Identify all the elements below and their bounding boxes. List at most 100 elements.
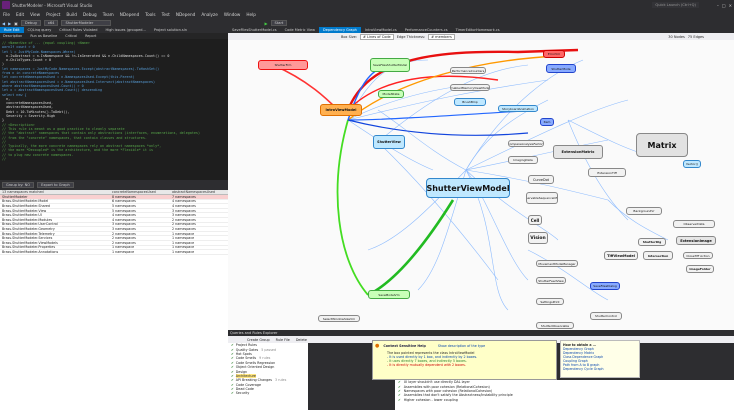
node-modelstate[interactable]: ModelState	[378, 90, 404, 98]
rule-group-label: Code Smells	[235, 356, 257, 361]
menu-item[interactable]: NDepend	[117, 12, 142, 17]
node-curvedot[interactable]: CurveDot	[528, 175, 554, 184]
node-performance[interactable]: PerformanceCounters	[450, 67, 486, 74]
how-to-link[interactable]: Dependency Cycle Graph	[563, 367, 637, 371]
maximize-icon[interactable]: □	[722, 3, 726, 8]
platform-select[interactable]: x64	[43, 20, 59, 26]
node-shutter-view[interactable]: ShutterView	[373, 135, 405, 149]
node-error[interactable]: ErrorVm	[543, 50, 565, 58]
table-cell: 8 namespaces	[112, 194, 136, 199]
node-extension-image[interactable]: ExtensionImage	[676, 236, 716, 245]
node-cell[interactable]: Cell	[528, 215, 542, 225]
rule-file-button[interactable]: Rule File	[276, 338, 290, 342]
node-observable[interactable]: ObservableSequenceOfRes	[526, 192, 558, 204]
node-shutter-frm[interactable]: ShutterFrm	[258, 60, 308, 70]
node-storyboard[interactable]: StoryboardAnimation	[498, 105, 538, 112]
rule-item[interactable]: ✔ Higher cohesion - lower coupling	[398, 398, 734, 402]
menu-item[interactable]: File	[0, 12, 13, 17]
node-vision[interactable]: Vision	[528, 232, 548, 244]
save-icon[interactable]: ▣	[14, 21, 18, 26]
quick-launch-input[interactable]: Quick Launch (Ctrl+Q)	[652, 2, 699, 8]
node-shutter-feed[interactable]: ShutterFeedView	[536, 277, 566, 284]
rule-subtab[interactable]: Description	[0, 34, 25, 38]
rule-subtab[interactable]: Critical	[62, 34, 80, 38]
node-save-files-dialog[interactable]: SaveFilesDialog	[590, 282, 620, 290]
node-vector[interactable]: Vector()	[683, 160, 701, 168]
start-icon[interactable]: ▶	[264, 21, 267, 26]
node-shutter-control[interactable]: ShutterControl	[590, 312, 622, 320]
context-help-tooltip: ● Context Sensitive Help Show descriptio…	[372, 340, 557, 380]
code-line: //	[2, 157, 7, 162]
menu-item[interactable]: Window	[221, 12, 244, 17]
table-cell: Brass.ShutterModeler.Geometry	[2, 226, 55, 231]
minimize-icon[interactable]: –	[717, 3, 719, 8]
close-icon[interactable]: ✕	[729, 3, 732, 8]
node-intersection[interactable]: Intersection	[643, 251, 673, 260]
menu-item[interactable]: Tools	[142, 12, 158, 17]
node-background[interactable]: BackgroundVr	[626, 207, 662, 215]
node-shutter-dlg[interactable]: ShutterDlg	[638, 238, 666, 246]
node-save-file[interactable]: SaveFilesShutterModel	[370, 58, 410, 72]
group-by-button[interactable]: Group by: NO	[2, 182, 35, 188]
table-cell: 2 namespaces	[112, 240, 136, 245]
menu-item[interactable]: Analyze	[198, 12, 221, 17]
project-select[interactable]: ShutterModeler	[61, 20, 112, 26]
grid-column-header[interactable]: 13 namespaces matched	[0, 190, 110, 194]
menu-item[interactable]: View	[27, 12, 43, 17]
node-close-fit[interactable]: CloseTiff Action	[683, 252, 713, 259]
tooltip-title: Context Sensitive Help	[383, 344, 426, 348]
grid-column-header[interactable]: concreteNamespacesUsed	[110, 190, 170, 194]
menu-item[interactable]: Help	[243, 12, 259, 17]
menu-item[interactable]: Project	[43, 12, 63, 17]
node-intro[interactable]: IntroViewModel	[320, 104, 362, 116]
node-extension-tiff[interactable]: ExtensionTiff	[588, 168, 626, 177]
back-icon[interactable]: ◀	[2, 21, 5, 26]
delete-button[interactable]: Delete	[296, 338, 307, 342]
tooltip-link[interactable]: Show description of the type	[438, 344, 485, 348]
menu-item[interactable]: NDepend	[173, 12, 198, 17]
node-image-folder[interactable]: ImageFolder	[686, 265, 714, 273]
node-save-model[interactable]: SaveModelVm	[368, 290, 410, 299]
menu-item[interactable]: Team	[100, 12, 117, 17]
box-size-label: Box Size:	[341, 34, 357, 39]
node-tiff[interactable]: TiffViewModel	[604, 251, 638, 260]
table-cell: 4 namespaces	[172, 203, 196, 208]
menu-item[interactable]: Edit	[13, 12, 27, 17]
start-button[interactable]: Start	[270, 20, 288, 26]
grid-column-header[interactable]: abstractNamespacesUsed	[170, 190, 228, 194]
node-observable-seq[interactable]: ObserverData	[673, 220, 715, 228]
menu-item[interactable]: Debug	[80, 12, 100, 17]
node-settings[interactable]: SettingsPrint	[536, 298, 564, 305]
create-group-button[interactable]: Create Group	[247, 338, 270, 342]
node-enabled[interactable]: EnabledMemoryViewModel	[450, 84, 490, 91]
menu-item[interactable]: Build	[63, 12, 80, 17]
node-main[interactable]: ShutterViewModel	[426, 178, 510, 198]
check-icon: ✔	[231, 365, 234, 370]
forward-icon[interactable]: ▶	[8, 21, 11, 26]
rule-group[interactable]: ✔ Security	[231, 391, 308, 395]
node-compare[interactable]: CompareAnalysisFactory	[508, 140, 544, 147]
box-size-select[interactable]: # Lines of Code	[359, 33, 394, 40]
config-select[interactable]: Debug	[20, 20, 41, 26]
dependency-graph[interactable]: ShutterFrm IntroViewModel SaveFilesShutt…	[228, 40, 734, 330]
node-imaging[interactable]: ImagingData	[508, 156, 538, 164]
table-cell: Brass.ShutterModeler.Annotations	[2, 249, 59, 254]
export-graph-button[interactable]: Export to Graph	[37, 182, 74, 188]
node-shutter-observable[interactable]: ShutterObservable	[536, 322, 574, 329]
rule-subtab[interactable]: Report	[82, 34, 99, 38]
cqlinq-editor[interactable]: // <Name>Use of ... (equal coupling) <Na…	[0, 39, 228, 180]
node-extension-matrix[interactable]: ExtensionMatrix	[553, 145, 603, 159]
node-shutter-mode[interactable]: ShutterMode	[546, 64, 576, 73]
node-matrix[interactable]: Matrix	[636, 133, 688, 157]
edge-thickness-select[interactable]: # members	[428, 33, 455, 40]
table-row[interactable]: Brass.ShutterModeler.Annotations 1 namesp…	[0, 250, 228, 255]
nodes-count: 30 Nodes	[668, 34, 685, 39]
node-item[interactable]: Item	[540, 118, 554, 126]
rule-label: Namespaces with poor cohesion (Relationa…	[403, 388, 493, 393]
check-icon: ✔	[231, 378, 234, 383]
node-brush[interactable]: BrushBmp	[454, 98, 486, 106]
rule-subtab[interactable]: Run as Baseline	[27, 34, 60, 38]
node-movement[interactable]: MovementModeManager	[536, 260, 578, 267]
menu-item[interactable]: Test	[159, 12, 173, 17]
node-select-window[interactable]: SelectWindowSizeVm	[318, 315, 360, 322]
